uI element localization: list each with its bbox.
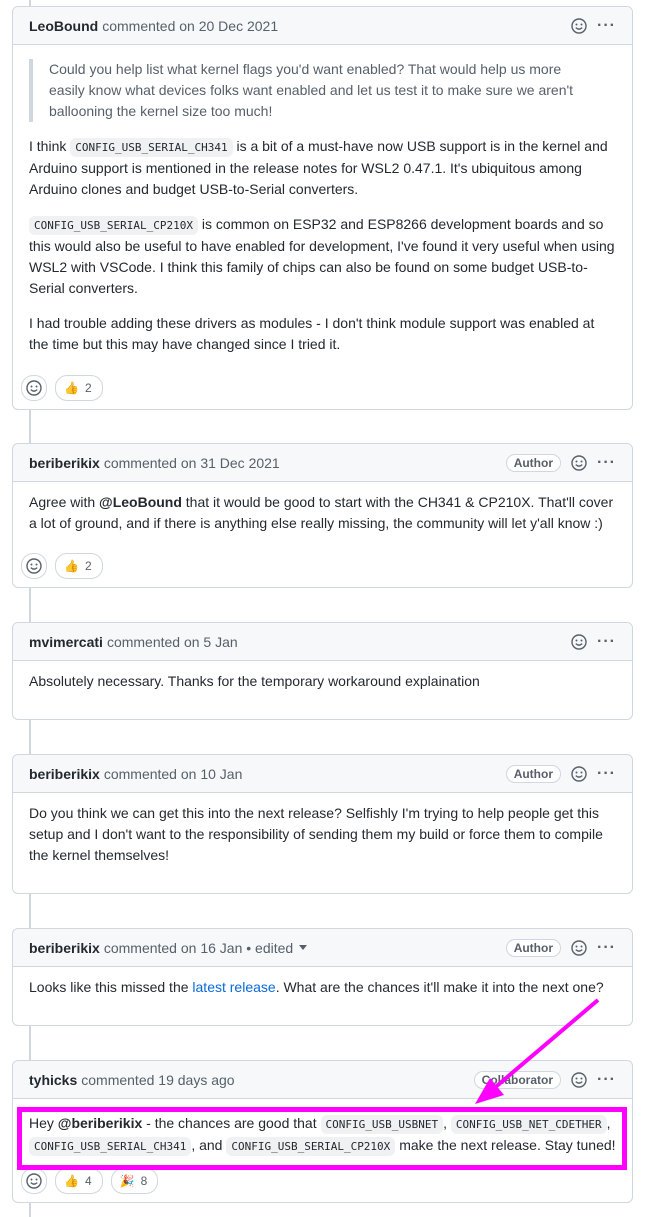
comment-meta[interactable]: commented on 5 Jan bbox=[107, 634, 238, 650]
comment-meta[interactable]: commented on 31 Dec 2021 bbox=[104, 455, 280, 471]
thumbs-up-icon: 👍 bbox=[64, 381, 79, 395]
kebab-icon[interactable]: ··· bbox=[597, 17, 616, 33]
comment-meta[interactable]: commented on 10 Jan bbox=[104, 766, 243, 782]
hooray-reaction[interactable]: 🎉 8 bbox=[110, 1168, 159, 1194]
comment-header: tyhicks commented 19 days ago Collaborat… bbox=[13, 1061, 632, 1099]
author-badge: Author bbox=[505, 938, 562, 957]
comment-author[interactable]: LeoBound bbox=[29, 18, 98, 34]
kebab-icon[interactable]: ··· bbox=[597, 1071, 616, 1087]
thumbs-up-reaction[interactable]: 👍 4 bbox=[55, 1168, 103, 1194]
thumbs-up-icon: 👍 bbox=[64, 559, 79, 573]
quoted-reply: Could you help list what kernel flags yo… bbox=[29, 59, 616, 122]
comment-body: Hey @beriberikix - the chances are good … bbox=[13, 1099, 632, 1157]
paragraph: I had trouble adding these drivers as mo… bbox=[29, 315, 595, 352]
comment-author[interactable]: beriberikix bbox=[29, 766, 100, 782]
kebab-icon[interactable]: ··· bbox=[597, 633, 616, 649]
comment-mvimercati: mvimercati commented on 5 Jan ··· Absolu… bbox=[12, 622, 633, 720]
paragraph: CONFIG_USB_SERIAL_CP210X is common on ES… bbox=[29, 216, 615, 296]
comment-beriberikix-2: beriberikix commented on 10 Jan Author ·… bbox=[12, 754, 633, 894]
comment-meta[interactable]: commented 19 days ago bbox=[81, 1072, 234, 1088]
comment-author[interactable]: beriberikix bbox=[29, 940, 100, 956]
code-inline: CONFIG_USB_SERIAL_CP210X bbox=[226, 1137, 396, 1156]
reactions-bar: 👍 4 🎉 8 bbox=[13, 1168, 166, 1202]
add-reaction-button[interactable] bbox=[21, 553, 47, 579]
comment-author[interactable]: beriberikix bbox=[29, 455, 100, 471]
code-inline: CONFIG_USB_USBNET bbox=[320, 1115, 444, 1134]
smiley-icon[interactable] bbox=[571, 633, 587, 650]
add-reaction-button[interactable] bbox=[21, 375, 47, 401]
comment-beriberikix-1: beriberikix commented on 31 Dec 2021 Aut… bbox=[12, 443, 633, 588]
comment-tyhicks: tyhicks commented 19 days ago Collaborat… bbox=[12, 1060, 633, 1203]
code-inline: CONFIG_USB_NET_CDETHER bbox=[450, 1115, 607, 1134]
smiley-icon[interactable] bbox=[571, 765, 587, 782]
edited-dropdown-icon[interactable] bbox=[299, 945, 308, 950]
paragraph: Absolutely necessary. Thanks for the tem… bbox=[29, 673, 480, 689]
latest-release-link[interactable]: latest release bbox=[192, 979, 275, 995]
paragraph: Do you think we can get this into the ne… bbox=[29, 805, 603, 863]
smiley-icon[interactable] bbox=[571, 17, 587, 34]
code-inline: CONFIG_USB_SERIAL_CH341 bbox=[29, 1137, 192, 1156]
add-reaction-button[interactable] bbox=[21, 1168, 47, 1194]
paragraph: Agree with @LeoBound that it would be go… bbox=[29, 494, 614, 531]
user-mention[interactable]: @LeoBound bbox=[99, 494, 182, 510]
comment-header: mvimercati commented on 5 Jan ··· bbox=[13, 623, 632, 661]
paragraph: Looks like this missed the latest releas… bbox=[29, 979, 604, 995]
reaction-count: 8 bbox=[140, 1174, 148, 1188]
kebab-icon[interactable]: ··· bbox=[597, 939, 616, 955]
kebab-icon[interactable]: ··· bbox=[597, 765, 616, 781]
comment-body: Looks like this missed the latest releas… bbox=[13, 967, 632, 998]
reactions-bar: 👍 2 bbox=[13, 375, 111, 409]
comment-header: beriberikix commented on 16 Jan • edited… bbox=[13, 929, 632, 967]
comment-body: Absolutely necessary. Thanks for the tem… bbox=[13, 661, 632, 692]
smiley-icon[interactable] bbox=[571, 1071, 587, 1088]
party-popper-icon: 🎉 bbox=[119, 1174, 135, 1188]
reactions-bar: 👍 2 bbox=[13, 553, 111, 587]
comment-body: Could you help list what kernel flags yo… bbox=[13, 45, 632, 355]
author-badge: Author bbox=[505, 453, 562, 472]
comment-body: Do you think we can get this into the ne… bbox=[13, 793, 632, 866]
kebab-icon[interactable]: ··· bbox=[597, 454, 616, 470]
reaction-count: 2 bbox=[84, 381, 92, 395]
comment-author[interactable]: tyhicks bbox=[29, 1072, 77, 1088]
paragraph: Hey @beriberikix - the chances are good … bbox=[29, 1113, 616, 1157]
comment-author[interactable]: mvimercati bbox=[29, 634, 103, 650]
thumbs-up-reaction[interactable]: 👍 2 bbox=[55, 375, 103, 401]
comment-header: beriberikix commented on 31 Dec 2021 Aut… bbox=[13, 444, 632, 482]
smiley-icon[interactable] bbox=[571, 454, 587, 471]
user-mention[interactable]: @beriberikix bbox=[58, 1115, 142, 1131]
thumbs-up-icon: 👍 bbox=[64, 1174, 79, 1188]
comment-header: LeoBound commented on 20 Dec 2021 ··· bbox=[13, 7, 632, 45]
reaction-count: 4 bbox=[84, 1174, 92, 1188]
comment-beriberikix-3: beriberikix commented on 16 Jan • edited… bbox=[12, 928, 633, 1026]
comment-meta[interactable]: commented on 16 Jan • edited bbox=[104, 940, 293, 956]
collaborator-badge: Collaborator bbox=[473, 1070, 562, 1089]
code-inline: CONFIG_USB_SERIAL_CP210X bbox=[29, 216, 198, 235]
thumbs-up-reaction[interactable]: 👍 2 bbox=[55, 553, 103, 579]
smiley-icon[interactable] bbox=[571, 939, 587, 956]
comment-body: Agree with @LeoBound that it would be go… bbox=[13, 482, 632, 534]
reaction-count: 2 bbox=[84, 559, 92, 573]
paragraph: I think CONFIG_USB_SERIAL_CH341 is a bit… bbox=[29, 138, 608, 197]
comment-header: beriberikix commented on 10 Jan Author ·… bbox=[13, 755, 632, 793]
author-badge: Author bbox=[505, 764, 562, 783]
code-inline: CONFIG_USB_SERIAL_CH341 bbox=[70, 138, 233, 157]
comment-leobound: LeoBound commented on 20 Dec 2021 ··· Co… bbox=[12, 6, 633, 410]
comment-meta[interactable]: commented on 20 Dec 2021 bbox=[102, 18, 278, 34]
